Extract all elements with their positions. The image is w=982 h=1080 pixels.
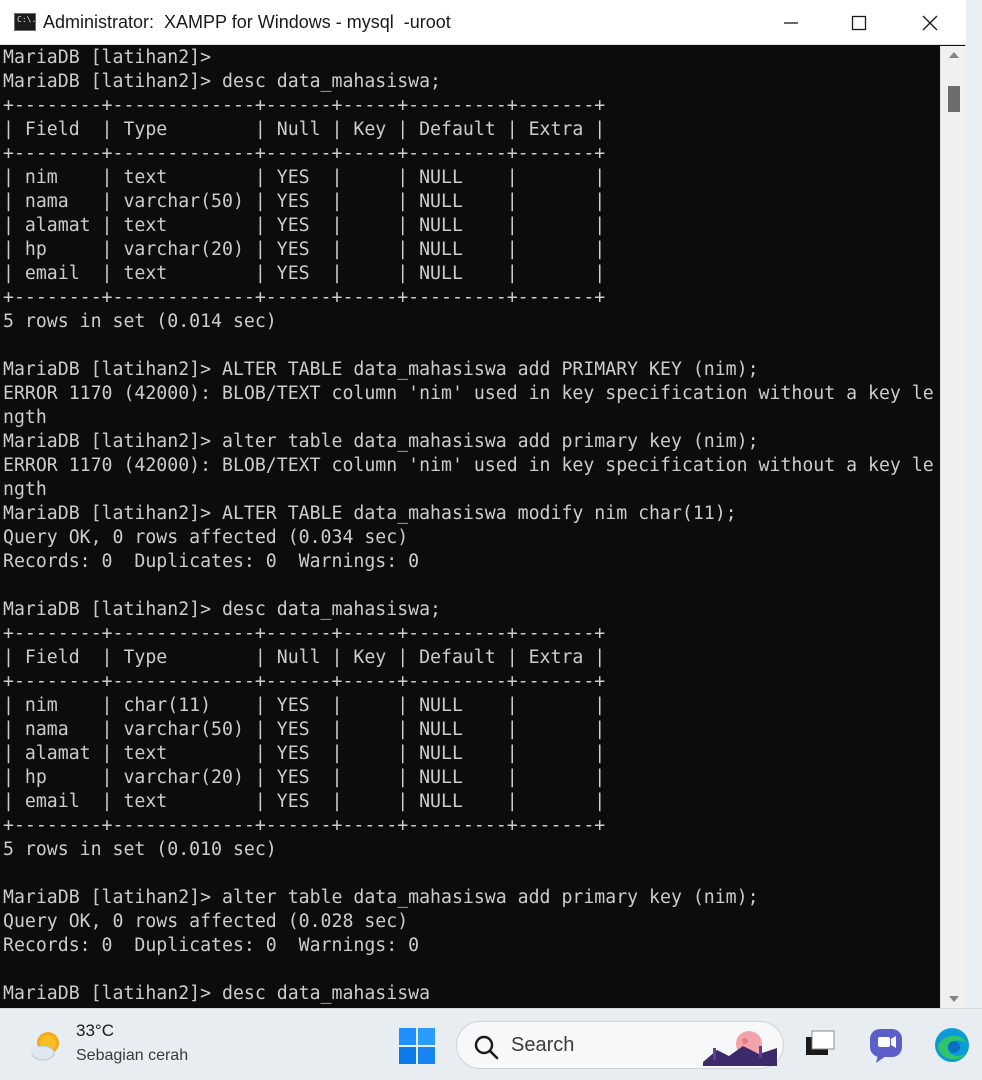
title-bar[interactable]: C:\. Administrator: XAMPP for Windows - … bbox=[0, 0, 966, 45]
console-line: +--------+-------------+------+-----+---… bbox=[3, 287, 606, 308]
windows-start-icon[interactable] bbox=[398, 1027, 436, 1065]
console-line: Query OK, 0 rows affected (0.034 sec) bbox=[3, 527, 409, 548]
minimize-icon bbox=[784, 22, 798, 24]
console-line: +--------+-------------+------+-----+---… bbox=[3, 815, 606, 836]
console-line: 5 rows in set (0.014 sec) bbox=[3, 311, 277, 332]
console-line: +--------+-------------+------+-----+---… bbox=[3, 671, 606, 692]
console-line: MariaDB [latihan2]> alter table data_mah… bbox=[3, 431, 759, 452]
console-line: | email | text | YES | | NULL | | bbox=[3, 791, 606, 812]
console-line: +--------+-------------+------+-----+---… bbox=[3, 623, 606, 644]
cmd-icon-label: C:\. bbox=[17, 15, 37, 24]
console-line: | hp | varchar(20) | YES | | NULL | | bbox=[3, 239, 606, 260]
console-line: MariaDB [latihan2]> desc data_mahasiswa; bbox=[3, 71, 441, 92]
console-line: | Field | Type | Null | Key | Default | … bbox=[3, 119, 606, 140]
console-line: | email | text | YES | | NULL | | bbox=[3, 263, 606, 284]
console-line: ERROR 1170 (42000): BLOB/TEXT column 'ni… bbox=[3, 455, 934, 476]
console-output[interactable]: MariaDB [latihan2]> MariaDB [latihan2]> d… bbox=[0, 46, 940, 1008]
console-line: | alamat | text | YES | | NULL | | bbox=[3, 743, 606, 764]
console-line: | nama | varchar(50) | YES | | NULL | | bbox=[3, 191, 606, 212]
console-line: MariaDB [latihan2]> bbox=[3, 47, 212, 68]
minimize-button[interactable] bbox=[756, 0, 826, 45]
weather-temperature[interactable]: 33°C bbox=[76, 1021, 114, 1041]
search-icon bbox=[474, 1035, 499, 1060]
search-placeholder: Search bbox=[511, 1034, 575, 1056]
console-line: MariaDB [latihan2]> desc data_mahasiswa; bbox=[3, 599, 441, 620]
scroll-down-arrow-icon[interactable] bbox=[949, 996, 959, 1002]
vertical-scrollbar[interactable] bbox=[940, 46, 966, 1008]
edge-browser-icon[interactable] bbox=[932, 1025, 972, 1065]
chat-icon[interactable] bbox=[866, 1025, 906, 1065]
maximize-icon bbox=[851, 15, 867, 31]
console-line: ERROR 1170 (42000): BLOB/TEXT column 'ni… bbox=[3, 383, 934, 404]
window-title: Administrator: XAMPP for Windows - mysql… bbox=[43, 12, 451, 32]
taskbar: 33°C Sebagian cerah Search bbox=[0, 1008, 982, 1080]
terminal-window: C:\. Administrator: XAMPP for Windows - … bbox=[0, 0, 966, 1008]
console-line: MariaDB [latihan2]> alter table data_mah… bbox=[3, 887, 759, 908]
taskbar-search-box[interactable]: Search bbox=[456, 1021, 784, 1069]
console-line: MariaDB [latihan2]> ALTER TABLE data_mah… bbox=[3, 359, 759, 380]
close-button[interactable] bbox=[895, 0, 965, 45]
console-line: MariaDB [latihan2]> ALTER TABLE data_mah… bbox=[3, 503, 737, 524]
partly-sunny-icon[interactable] bbox=[26, 1023, 70, 1067]
console-line: +--------+-------------+------+-----+---… bbox=[3, 143, 606, 164]
console-line: | nim | text | YES | | NULL | | bbox=[3, 167, 606, 188]
console-line: +--------+-------------+------+-----+---… bbox=[3, 95, 606, 116]
search-highlight-icon bbox=[703, 1031, 777, 1066]
console-line: Query OK, 0 rows affected (0.028 sec) bbox=[3, 911, 409, 932]
console-line: MariaDB [latihan2]> desc data_mahasiswa bbox=[3, 983, 431, 1004]
console-line: | nim | char(11) | YES | | NULL | | bbox=[3, 695, 606, 716]
close-icon bbox=[922, 15, 938, 31]
console-line: 5 rows in set (0.010 sec) bbox=[3, 839, 277, 860]
console-line: | alamat | text | YES | | NULL | | bbox=[3, 215, 606, 236]
console-line: | hp | varchar(20) | YES | | NULL | | bbox=[3, 767, 606, 788]
task-view-icon[interactable] bbox=[800, 1025, 840, 1065]
console-line: | nama | varchar(50) | YES | | NULL | | bbox=[3, 719, 606, 740]
console-line: Records: 0 Duplicates: 0 Warnings: 0 bbox=[3, 935, 420, 956]
scroll-up-arrow-icon[interactable] bbox=[949, 52, 959, 58]
console-line: ngth bbox=[3, 407, 47, 428]
console-line: | Field | Type | Null | Key | Default | … bbox=[3, 647, 606, 668]
cmd-icon: C:\. bbox=[14, 13, 36, 31]
console-line: ngth bbox=[3, 479, 47, 500]
maximize-button[interactable] bbox=[824, 0, 894, 45]
scrollbar-thumb[interactable] bbox=[948, 86, 960, 112]
console-line: Records: 0 Duplicates: 0 Warnings: 0 bbox=[3, 551, 420, 572]
weather-condition[interactable]: Sebagian cerah bbox=[76, 1047, 188, 1065]
